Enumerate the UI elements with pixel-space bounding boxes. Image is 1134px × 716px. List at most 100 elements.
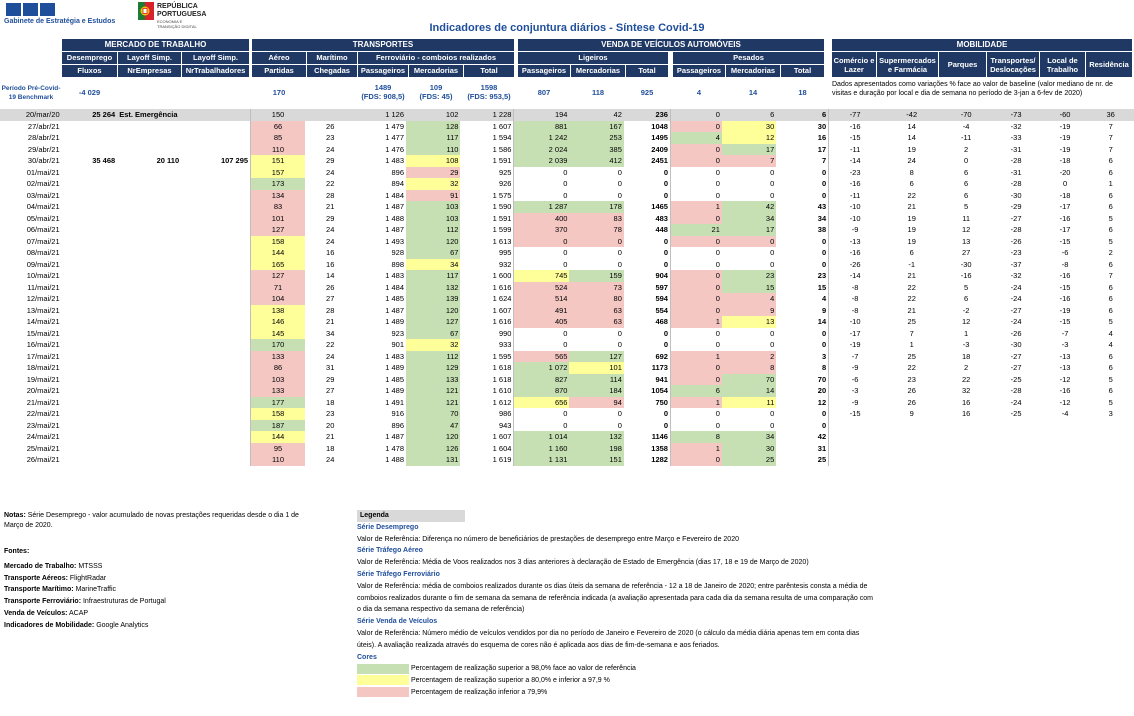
cell-emp <box>117 328 181 340</box>
cell-m4: -28 <box>1010 179 1022 188</box>
cell-m5: -15 <box>1059 317 1071 326</box>
cell-partidas: 71 <box>250 281 305 293</box>
cell-chegadas: 14 <box>326 271 335 280</box>
cell-lm: 0 <box>617 167 622 177</box>
cell-fm: 102 <box>445 110 459 119</box>
cell-lp: 565 <box>513 350 570 362</box>
cell-chegadas: 29 <box>326 213 335 223</box>
cell-fm: 112 <box>406 224 461 236</box>
cell-ft: 1 228 <box>492 110 512 119</box>
legend-veiculos-text: Valor de Referência: Número médio de veí… <box>357 629 860 649</box>
cell-lm: 127 <box>569 350 624 362</box>
cell-m4: -32 <box>1010 271 1022 280</box>
cell-fluxos <box>62 316 118 328</box>
cell-fm: 117 <box>406 270 461 282</box>
cell-m2: -42 <box>906 110 918 119</box>
subhead-maritimo: Marítimo <box>307 52 357 64</box>
cell-m1: -19 <box>828 339 882 351</box>
cell-m3 <box>942 420 990 432</box>
cell-m2: 21 <box>907 271 916 280</box>
cell-lm: 63 <box>569 304 624 316</box>
legend-block: Legenda Série Desemprego Valor de Referê… <box>357 510 877 699</box>
cell-trab <box>181 167 250 179</box>
cell-partidas: 150 <box>250 109 305 121</box>
cell-lm: 159 <box>569 270 624 282</box>
cell-partidas: 177 <box>250 396 305 408</box>
cell-m5: -19 <box>1059 121 1071 131</box>
cell-pm: 14 <box>721 385 777 397</box>
source-value: Infraestruturas de Portugal <box>82 598 166 606</box>
cell-lm: 198 <box>569 442 624 454</box>
cell-fm: 108 <box>406 155 461 167</box>
cell-lm: 151 <box>569 454 624 466</box>
cell-date: 20/mar/20 <box>25 110 60 119</box>
cell-pp: 0 <box>669 419 722 431</box>
table-row: 22/mai/21 158 23 916 70 986 0 0 0 0 0 0 -15 9 16 -25 -4 3 <box>0 408 1134 420</box>
cell-trab <box>181 339 250 351</box>
cell-m4: -37 <box>1010 259 1022 269</box>
cell-m1: -14 <box>828 270 882 282</box>
green-swatch <box>357 663 409 674</box>
cell-m1: -77 <box>828 109 882 121</box>
cell-pp: 0 <box>669 155 722 167</box>
cell-emp <box>117 397 181 409</box>
cell-lm: 101 <box>569 362 624 374</box>
cell-ft: 995 <box>498 248 512 257</box>
cell-m4: -30 <box>1010 190 1022 200</box>
legend-desemprego-title: Série Desemprego <box>357 523 419 531</box>
benchmark-lig-passageiros: 807 <box>537 88 551 97</box>
cell-pm: 12 <box>721 132 777 144</box>
cell-m4: -33 <box>1010 133 1022 142</box>
cell-lp: 194 <box>513 109 570 121</box>
cell-m4: -26 <box>1010 236 1022 246</box>
cell-fp: 1 493 <box>385 236 404 246</box>
cell-lp: 405 <box>513 316 570 328</box>
cell-fp: 928 <box>391 248 404 257</box>
cell-lm: 253 <box>569 132 624 144</box>
cell-partidas: 144 <box>250 431 305 443</box>
cell-emp <box>117 305 181 317</box>
cell-m6: 6 <box>1108 305 1113 315</box>
cell-lt: 594 <box>655 294 668 303</box>
cell-fp: 1 483 <box>385 351 404 361</box>
cell-ft: 1 624 <box>492 294 512 303</box>
cell-date: 25/mai/21 <box>26 443 60 453</box>
cell-trab <box>181 316 250 328</box>
cell-fm: 120 <box>406 304 461 316</box>
cell-lm: 83 <box>569 212 624 224</box>
cell-m6: 6 <box>1108 351 1113 361</box>
cell-ft: 1 607 <box>492 121 512 131</box>
cell-trab <box>181 282 250 294</box>
cell-trab <box>181 259 250 271</box>
cell-lm: 63 <box>569 316 624 328</box>
cell-trab <box>181 247 250 259</box>
cell-fm: 67 <box>406 247 461 259</box>
col-fluxos: Fluxos <box>62 65 117 77</box>
cell-date: 08/mai/21 <box>26 248 60 257</box>
cell-partidas: 187 <box>250 419 305 431</box>
cell-pt: 15 <box>817 282 827 292</box>
cell-fp: 901 <box>391 340 404 349</box>
cell-lt: 0 <box>663 248 668 257</box>
cell-ft: 1 600 <box>492 271 512 280</box>
cell-partidas: 83 <box>250 201 305 213</box>
cell-partidas: 138 <box>250 304 305 316</box>
cell-chegadas: 24 <box>326 236 335 246</box>
cell-date: 13/mai/21 <box>26 305 60 315</box>
cell-emp <box>117 385 181 397</box>
cell-lt: 554 <box>655 305 668 315</box>
cell-fm: 132 <box>406 281 461 293</box>
cell-m2: 22 <box>907 190 916 200</box>
cell-fp: 1 488 <box>385 213 404 223</box>
benchmark-fluxos: -4 029 <box>78 88 101 97</box>
table-row: 16/mai/21 170 22 901 32 933 0 0 0 0 0 0 -19 1 -3 -30 -3 4 <box>0 339 1134 351</box>
table-row: 19/mai/21 103 29 1 485 133 1 618 827 114 941 0 70 7… <box>0 373 1134 385</box>
cell-lp: 827 <box>513 373 570 385</box>
cell-fluxos: 25 264 <box>92 110 116 119</box>
cell-ft: 1 604 <box>492 443 512 453</box>
cell-pm: 0 <box>770 190 775 200</box>
cell-pt: 17 <box>817 144 827 154</box>
cell-fp: 1 478 <box>385 443 404 453</box>
cell-ft: 1 595 <box>492 351 512 361</box>
cell-pt: 0 <box>821 409 827 418</box>
